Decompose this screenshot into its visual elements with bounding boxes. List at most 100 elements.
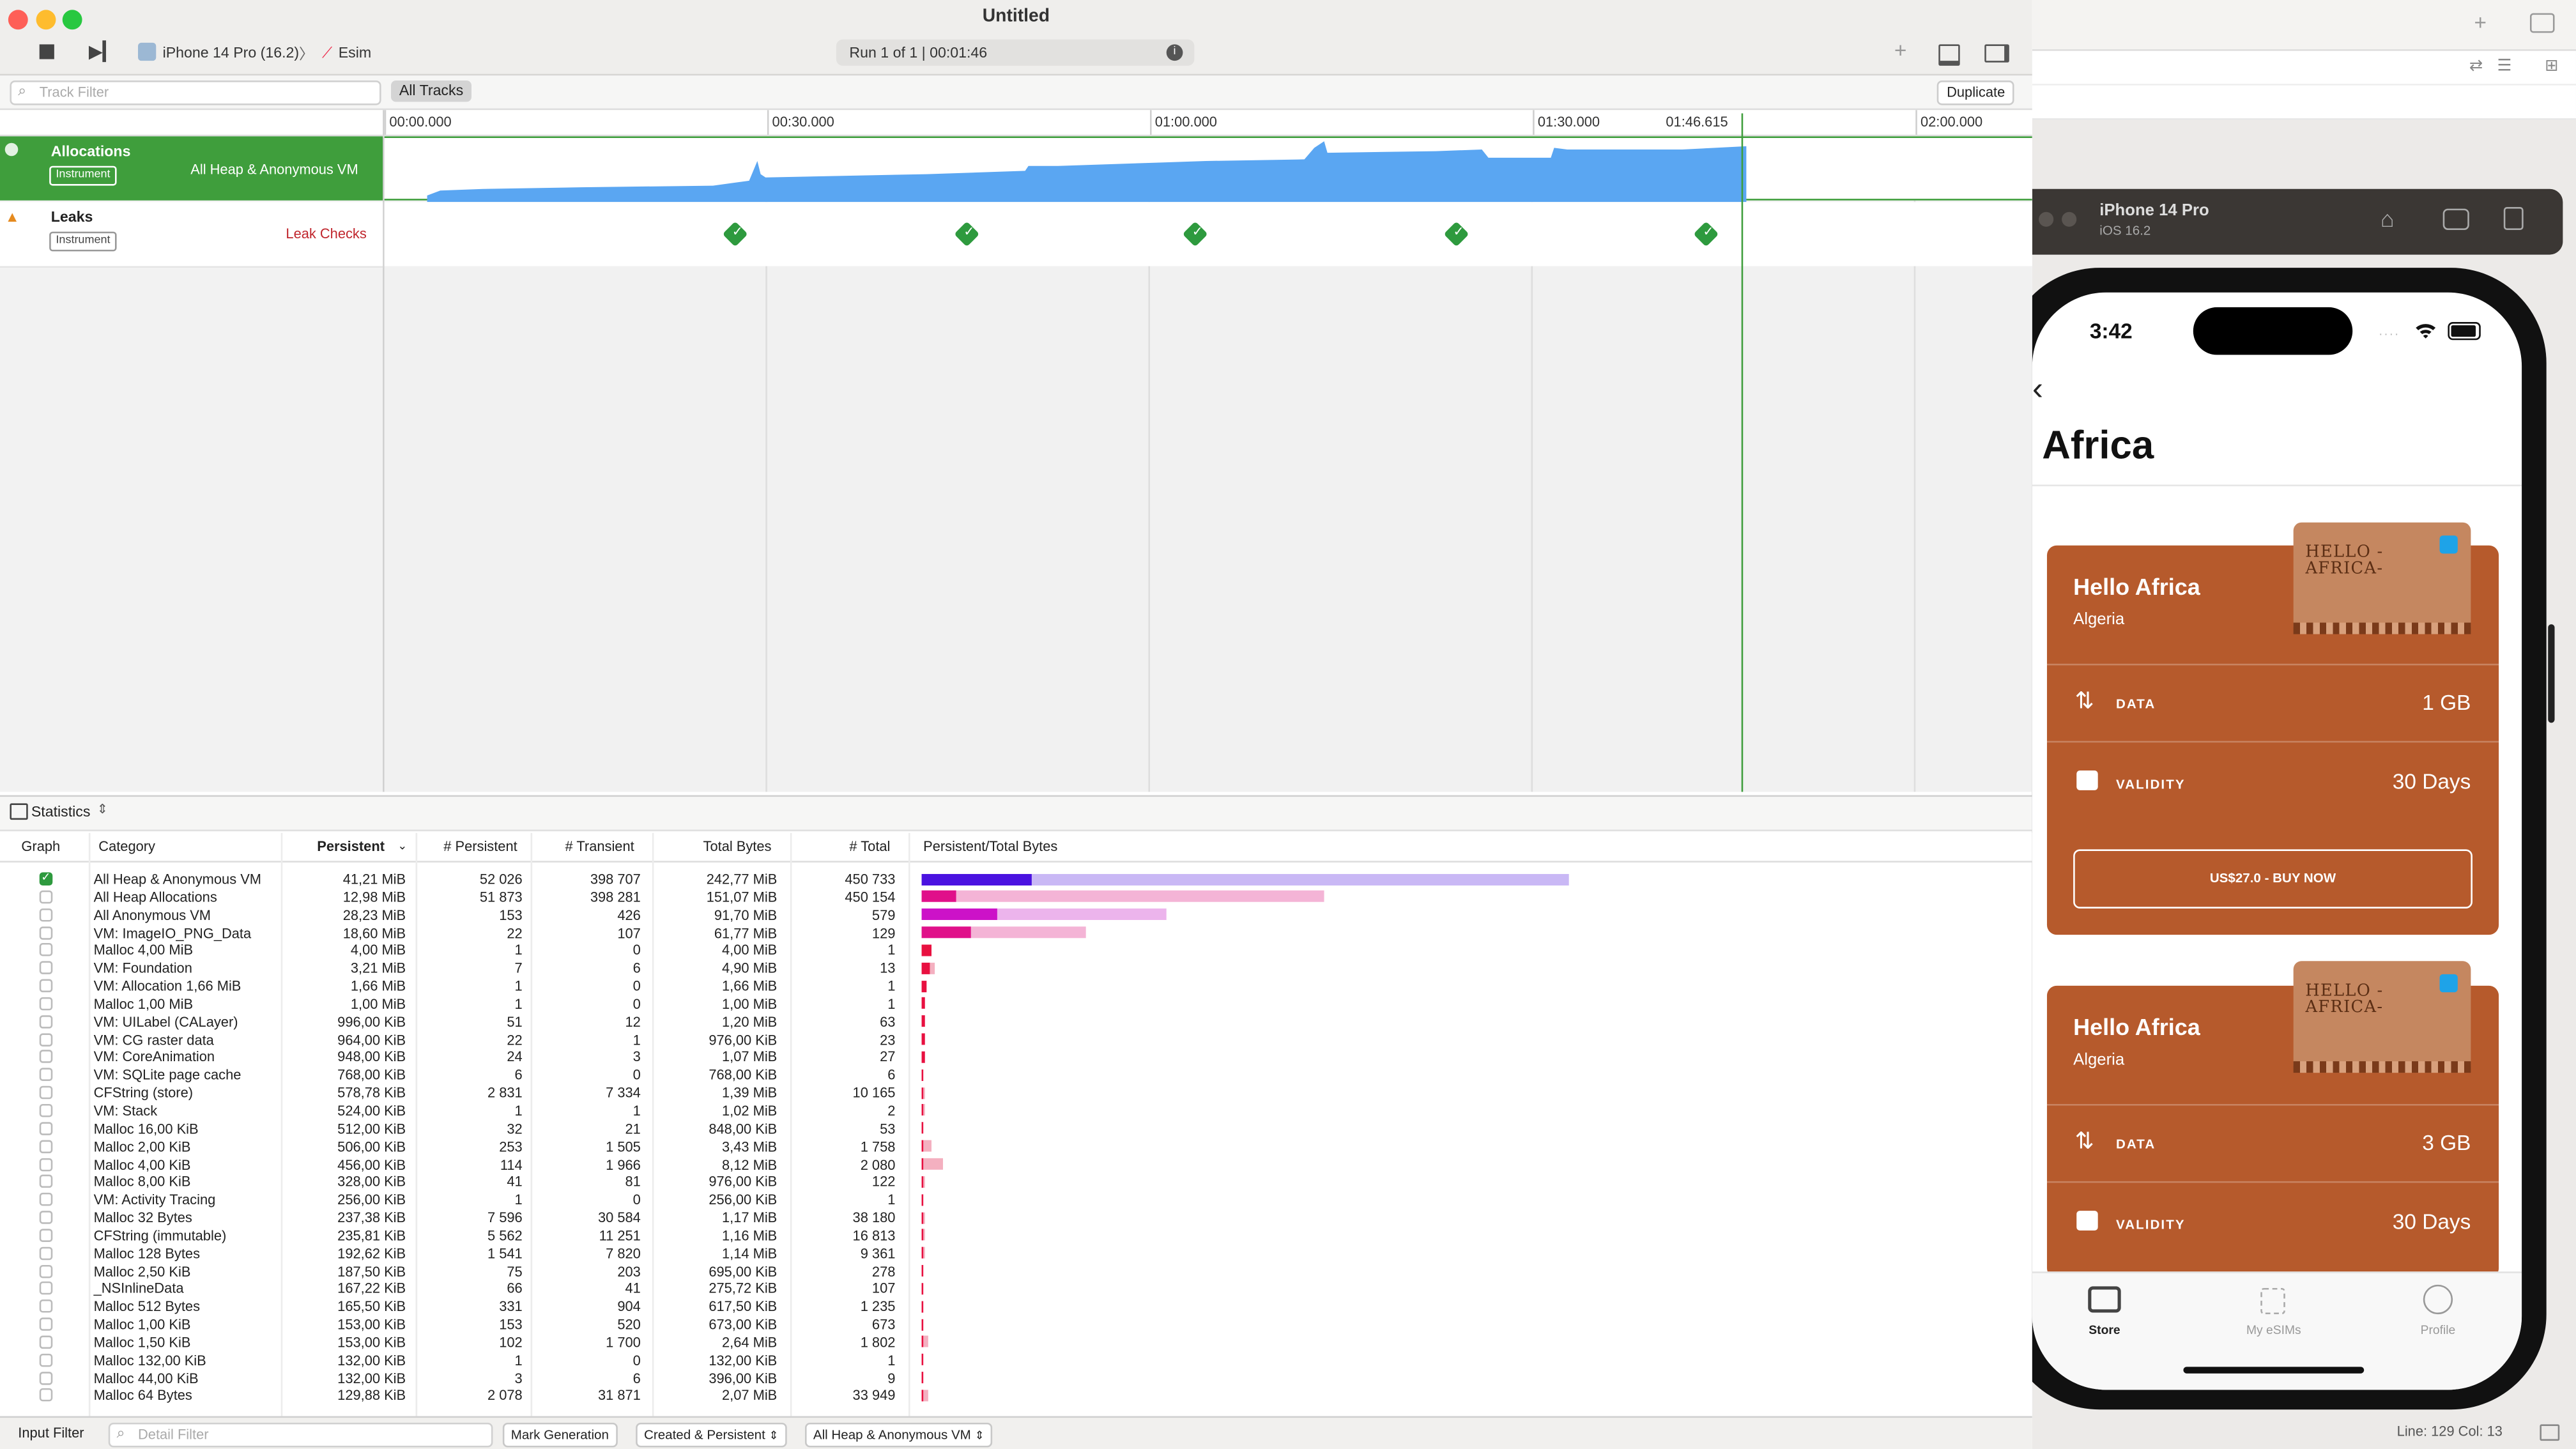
graph-checkbox[interactable] <box>39 1139 53 1153</box>
screenshot-icon[interactable] <box>2442 208 2469 230</box>
record-pause-icon[interactable]: ▶▎ <box>89 41 117 63</box>
graph-checkbox[interactable] <box>39 1246 53 1260</box>
track-detail[interactable]: All Heap & Anonymous VM <box>190 161 358 178</box>
device-selector[interactable]: iPhone 14 Pro (16.2) <box>163 44 300 61</box>
graph-checkbox[interactable] <box>39 1300 53 1314</box>
graph-checkbox[interactable] <box>39 1353 53 1367</box>
table-row[interactable]: VM: Foundation 3,21 MiB 7 6 4,90 MiB 13 <box>0 960 2032 977</box>
track-allocations[interactable]: Allocations Instrument All Heap & Anonym… <box>0 136 383 201</box>
graph-checkbox[interactable] <box>39 1103 53 1117</box>
leak-check-ok-icon[interactable]: ✓ <box>1443 221 1469 247</box>
graph-checkbox[interactable] <box>39 871 53 889</box>
graph-checkbox[interactable] <box>39 961 53 975</box>
tab-profile[interactable]: Profile <box>2405 1322 2471 1337</box>
swap-icon[interactable]: ⇄ <box>2469 57 2483 75</box>
detail-view-selector[interactable]: Statistics <box>31 803 91 820</box>
simulator-titlebar[interactable]: iPhone 14 Pro iOS 16.2 ⌂ <box>2032 188 2563 255</box>
table-row[interactable]: VM: UILabel (CALayer) 996,00 KiB 51 12 1,20 … <box>0 1013 2032 1031</box>
instrument-badge[interactable]: Instrument <box>49 165 117 186</box>
close-dot[interactable] <box>2039 211 2054 227</box>
graph-checkbox[interactable] <box>39 890 53 903</box>
inspector-toggle-icon[interactable] <box>1984 44 2009 63</box>
track-detail[interactable]: Leak Checks <box>286 225 366 241</box>
col-total-bytes[interactable]: Total Bytes <box>703 838 772 854</box>
playhead[interactable] <box>1741 113 1744 792</box>
input-filter-label[interactable]: Input Filter <box>18 1424 84 1441</box>
table-row[interactable]: Malloc 64 Bytes 129,88 KiB 2 078 31 871 2,07… <box>0 1387 2032 1405</box>
graph-checkbox[interactable] <box>39 979 53 993</box>
minimize-dot[interactable] <box>2062 211 2077 227</box>
instrument-badge[interactable]: Instrument <box>49 231 117 252</box>
table-row[interactable]: Malloc 132,00 KiB 132,00 KiB 1 0 132,00 KiB 1 <box>0 1352 2032 1370</box>
table-row[interactable]: Malloc 1,50 KiB 153,00 KiB 102 1 700 2,64 Mi… <box>0 1334 2032 1352</box>
graph-checkbox[interactable] <box>39 908 53 921</box>
graph-checkbox[interactable] <box>39 1068 53 1082</box>
table-row[interactable]: All Anonymous VM 28,23 MiB 153 426 91,70 MiB… <box>0 907 2032 924</box>
sort-chevron-icon[interactable]: ⌄ <box>397 839 407 853</box>
table-row[interactable]: VM: Activity Tracing 256,00 KiB 1 0 256,00 K… <box>0 1192 2032 1209</box>
profile-icon[interactable] <box>2423 1284 2453 1315</box>
table-row[interactable]: VM: CoreAnimation 948,00 KiB 24 3 1,07 MiB 27 <box>0 1049 2032 1067</box>
col-category[interactable]: Category <box>98 838 155 854</box>
allocations-graph-lane[interactable] <box>384 136 2032 203</box>
table-row[interactable]: CFString (immutable) 235,81 KiB 5 562 11 25… <box>0 1227 2032 1245</box>
stop-icon[interactable] <box>39 44 54 59</box>
table-row[interactable]: CFString (store) 578,78 KiB 2 831 7 334 1,39… <box>0 1084 2032 1102</box>
table-row[interactable]: Malloc 1,00 MiB 1,00 MiB 1 0 1,00 MiB 1 <box>0 995 2032 1013</box>
mark-generation-button[interactable]: Mark Generation <box>502 1422 617 1448</box>
table-row[interactable]: Malloc 8,00 KiB 328,00 KiB 41 81 976,00 KiB 1… <box>0 1174 2032 1192</box>
info-icon[interactable]: i <box>1166 44 1183 61</box>
graph-checkbox[interactable] <box>39 1032 53 1046</box>
graph-checkbox[interactable] <box>39 1121 53 1135</box>
graph-checkbox[interactable] <box>39 1371 53 1384</box>
graph-checkbox[interactable] <box>39 1050 53 1064</box>
graph-checkbox[interactable] <box>39 1264 53 1278</box>
store-icon[interactable] <box>2088 1286 2121 1313</box>
table-row[interactable]: Malloc 2,00 KiB 506,00 KiB 253 1 505 3,43 Mi… <box>0 1138 2032 1156</box>
col-n-persistent[interactable]: # Persistent <box>443 838 517 854</box>
sidebar-toggle-icon[interactable] <box>2529 13 2555 33</box>
duplicate-button[interactable]: Duplicate <box>1936 80 2015 105</box>
table-row[interactable]: Malloc 4,00 KiB 456,00 KiB 114 1 966 8,12 Mi… <box>0 1156 2032 1174</box>
table-row[interactable]: VM: ImageIO_PNG_Data 18,60 MiB 22 107 61,77 … <box>0 924 2032 942</box>
table-row[interactable]: VM: CG raster data 964,00 KiB 22 1 976,00 Ki… <box>0 1031 2032 1049</box>
graph-checkbox[interactable] <box>39 1335 53 1349</box>
table-row[interactable]: Malloc 1,00 KiB 153,00 KiB 153 520 673,00 Ki… <box>0 1316 2032 1334</box>
allocation-type-selector[interactable]: All Heap & Anonymous VM ⇕ <box>804 1422 993 1448</box>
graph-checkbox[interactable] <box>39 997 53 1011</box>
split-icon[interactable]: ⊞ <box>2545 57 2559 75</box>
graph-checkbox[interactable] <box>39 943 53 957</box>
graph-checkbox[interactable] <box>39 1193 53 1206</box>
table-row[interactable]: Malloc 2,50 KiB 187,50 KiB 75 203 695,00 KiB… <box>0 1262 2032 1280</box>
back-chevron-icon[interactable]: ‹ <box>2032 371 2043 409</box>
table-row[interactable]: All Heap Allocations 12,98 MiB 51 873 398 2… <box>0 889 2032 907</box>
leak-check-ok-icon[interactable]: ✓ <box>1693 221 1719 247</box>
graph-checkbox[interactable] <box>39 1175 53 1189</box>
graph-checkbox[interactable] <box>39 1086 53 1100</box>
detail-panel-toggle-icon[interactable] <box>1938 44 1960 66</box>
graph-checkbox[interactable] <box>39 926 53 939</box>
table-row[interactable]: Malloc 16,00 KiB 512,00 KiB 32 21 848,00 KiB… <box>0 1120 2032 1138</box>
tab-store[interactable]: Store <box>2072 1322 2138 1337</box>
graph-checkbox[interactable] <box>39 1229 53 1242</box>
home-icon[interactable]: ⌂ <box>2380 205 2395 231</box>
graph-checkbox[interactable] <box>39 1389 53 1402</box>
run-status[interactable]: Run 1 of 1 | 00:01:46 i <box>836 39 1195 66</box>
leaks-graph-lane[interactable]: ✓ ✓ ✓ ✓ ✓ <box>384 202 2032 266</box>
leak-check-ok-icon[interactable]: ✓ <box>722 221 748 247</box>
graph-checkbox[interactable] <box>39 1282 53 1296</box>
graph-checkbox[interactable] <box>39 1157 53 1171</box>
table-row[interactable]: VM: Allocation 1,66 MiB 1,66 MiB 1 0 1,66 Mi… <box>0 977 2032 995</box>
graph-checkbox[interactable] <box>39 1015 53 1029</box>
table-row[interactable]: Malloc 4,00 MiB 4,00 MiB 1 0 4,00 MiB 1 <box>0 942 2032 960</box>
track-filter-input[interactable]: ⌕ Track Filter <box>10 80 381 105</box>
col-graph[interactable]: Graph <box>21 838 60 854</box>
col-persistent-total-bytes[interactable]: Persistent/Total Bytes <box>923 838 1057 854</box>
add-instrument-icon[interactable]: + <box>1894 38 1907 63</box>
tab-my-esims[interactable]: My eSIMs <box>2231 1322 2317 1337</box>
table-row[interactable]: Malloc 512 Bytes 165,50 KiB 331 904 617,50 K… <box>0 1298 2032 1316</box>
track-timeline-area[interactable]: ✓ ✓ ✓ ✓ ✓ <box>384 113 2032 792</box>
table-row[interactable]: VM: Stack 524,00 KiB 1 1 1,02 MiB 2 <box>0 1102 2032 1120</box>
rotate-icon[interactable] <box>2503 206 2524 230</box>
chevron-updown-icon[interactable]: ⇕ <box>97 802 108 816</box>
